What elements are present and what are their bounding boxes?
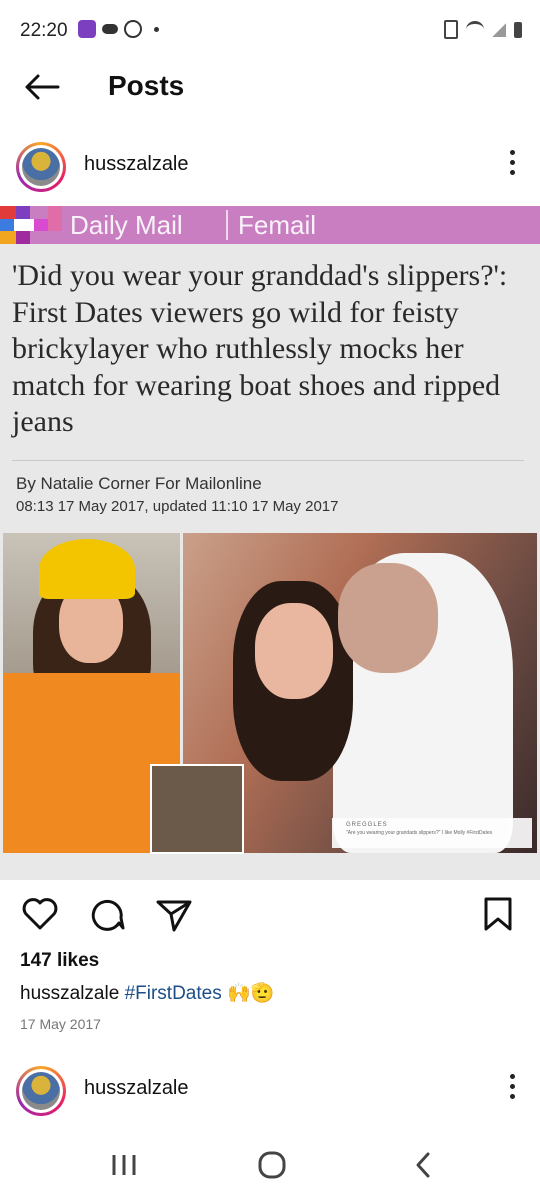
caption-emoji: 🙌🫡: [226, 983, 275, 1004]
tweet-handle: GREGGLES: [346, 822, 388, 828]
article-dateline: 08:13 17 May 2017, updated 11:10 17 May …: [16, 498, 339, 515]
more-options-icon[interactable]: [508, 1074, 516, 1104]
status-time: 22:20: [20, 20, 68, 41]
inset-photo-shoes: [150, 764, 244, 854]
app-notification-icon: [78, 20, 96, 38]
battery-saver-icon: [444, 20, 458, 39]
dailymail-menu-icon: [0, 206, 62, 244]
back-nav-icon[interactable]: [404, 1150, 444, 1180]
caption-username[interactable]: husszalzale: [20, 983, 119, 1004]
notification-icons: [78, 20, 159, 38]
wifi-icon: [466, 21, 484, 38]
tweet-text: "Are you wearing your grandads slippers?…: [346, 830, 493, 836]
page-title: Posts: [108, 70, 185, 101]
app-bar: Posts: [0, 62, 540, 112]
post-header: husszalzale: [0, 1062, 540, 1122]
post-caption: husszalzale #FirstDates 🙌🫡: [20, 981, 274, 1005]
divider: [12, 460, 524, 461]
post-actions: [0, 880, 540, 940]
article-byline: By Natalie Corner For Mailonline: [16, 474, 262, 493]
hard-hat: [39, 539, 135, 599]
more-options-icon[interactable]: [508, 150, 516, 180]
battery-icon: [514, 21, 522, 38]
caption-hashtag[interactable]: #FirstDates: [125, 983, 222, 1004]
post-username[interactable]: husszalzale: [84, 153, 189, 176]
likes-count[interactable]: 147 likes: [20, 950, 99, 972]
profile-picture: [22, 148, 60, 186]
dot-icon: [154, 26, 159, 32]
dailymail-section: Femail: [238, 210, 317, 240]
dailymail-logo: Daily Mail: [70, 210, 183, 240]
tweet-overlay: GREGGLES "Are you wearing your grandads …: [332, 818, 532, 848]
status-bar: 22:20: [0, 0, 540, 62]
post-username[interactable]: husszalzale: [84, 1077, 189, 1100]
share-send-icon[interactable]: [154, 894, 194, 934]
whatsapp-icon: [124, 20, 142, 38]
post-header: husszalzale: [0, 138, 540, 198]
post-image[interactable]: Daily Mail Femail 'Did you wear your gra…: [0, 206, 540, 880]
avatar[interactable]: [16, 142, 66, 192]
recent-apps-icon[interactable]: [104, 1150, 144, 1180]
dailymail-header-bar: Daily Mail Femail: [0, 206, 540, 244]
post-date: 17 May 2017: [20, 1016, 101, 1032]
avatar[interactable]: [16, 1066, 66, 1116]
cloud-icon: [102, 24, 118, 34]
save-bookmark-icon[interactable]: [478, 894, 518, 934]
home-icon[interactable]: [252, 1150, 292, 1180]
back-arrow-icon[interactable]: [22, 70, 62, 104]
profile-picture: [22, 1072, 60, 1110]
like-heart-icon[interactable]: [20, 894, 60, 934]
article-headline: 'Did you wear your granddad's slippers?'…: [12, 259, 508, 438]
system-icons: [444, 20, 522, 39]
system-navigation-bar: [0, 1130, 540, 1200]
header-divider: [226, 210, 228, 240]
comment-icon[interactable]: [88, 894, 128, 934]
signal-icon: [492, 22, 506, 37]
